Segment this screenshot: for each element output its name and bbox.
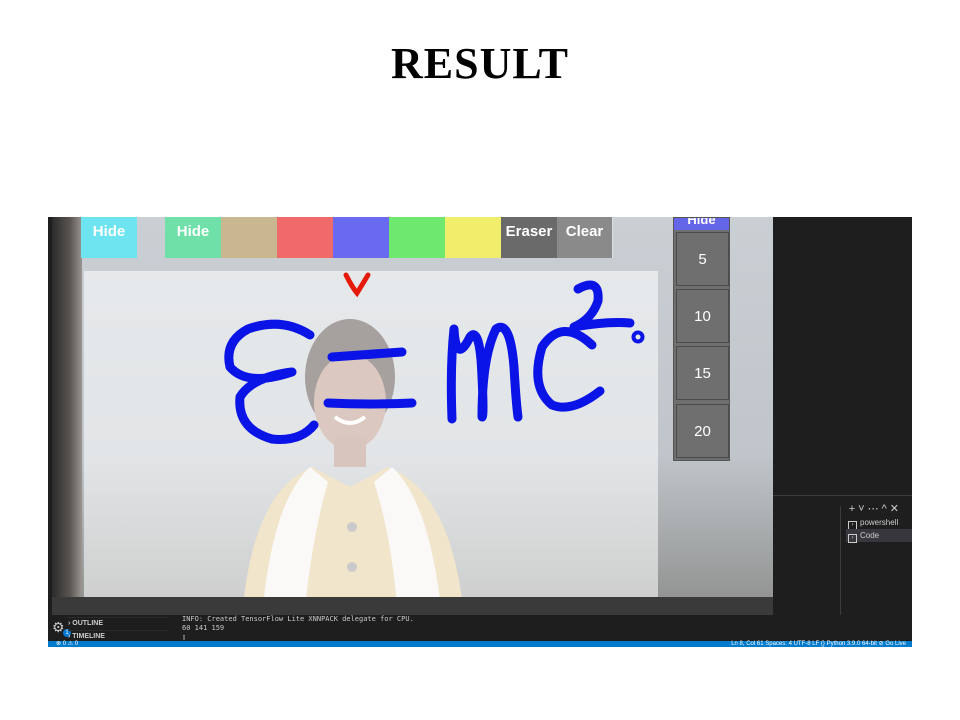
color-red-button[interactable] [277,217,333,258]
color-yellow-button[interactable] [445,217,501,258]
size-10-button[interactable]: 10 [676,289,729,343]
chevron-up-icon[interactable]: ^ [882,503,890,515]
outline-label: OUTLINE [72,620,104,627]
hide-sizes-button[interactable]: Hide [674,218,729,230]
chevron-down-icon[interactable]: ˅ [858,503,867,515]
clear-button[interactable]: Clear [557,217,613,258]
terminal-output[interactable]: INFO: Created TensorFlow Lite XNNPACK de… [182,615,414,642]
eraser-button[interactable]: Eraser [501,217,557,258]
equation-ink [224,280,645,444]
size-20-button[interactable]: 20 [676,404,729,458]
terminal-item-powershell[interactable]: › powershell [846,516,912,530]
bottom-area [48,615,912,643]
close-icon[interactable]: ✕ [890,503,902,515]
status-right-items[interactable]: Ln 8, Col 61 Spaces: 4 UTF-8 LF {} Pytho… [731,641,906,647]
brush-size-panel: Hide 5 10 15 20 [673,217,730,461]
camera-window[interactable]: Hide Hide Eraser Clear Hide 5 10 15 20 [52,217,773,615]
add-terminal-icon[interactable]: + [849,503,858,515]
terminal-icon: › [848,534,857,543]
terminal-line: INFO: Created TensorFlow Lite XNNPACK de… [182,615,414,623]
color-blue-button[interactable] [333,217,389,258]
check-mark [343,272,371,298]
more-icon[interactable]: ⋯ [868,503,882,515]
terminal-toolbar[interactable]: +˅⋯^✕ [849,502,902,515]
hide-toolbar-button[interactable]: Hide [165,217,221,258]
editor-pane[interactable] [772,217,912,497]
status-bar: ⊗ 0 ⚠ 0 Ln 8, Col 61 Spaces: 4 UTF-8 LF … [48,641,912,647]
terminal-line: 60 141 159 [182,624,225,632]
screenshot: +˅⋯^✕ › powershell › Code ⚙ 1 › OUTLINE › T… [48,217,912,647]
drawing-layer[interactable] [52,217,773,615]
slide-title: RESULT [390,39,570,88]
size-15-button[interactable]: 15 [676,346,729,400]
terminal-item-code[interactable]: › Code [846,529,912,543]
terminal-item-label: Code [860,531,880,540]
outline-section[interactable]: › OUTLINE [68,617,168,630]
terminal-item-label: powershell [860,518,899,527]
status-problems[interactable]: ⊗ 0 ⚠ 0 [56,641,78,647]
timeline-label: TIMELINE [72,633,105,640]
terminal-cursor: ▯ [182,633,187,641]
size-5-button[interactable]: 5 [676,232,729,286]
gear-icon[interactable]: ⚙ 1 [52,619,71,637]
color-green-button[interactable] [389,217,445,258]
color-tan-button[interactable] [221,217,277,258]
hide-left-button[interactable]: Hide [81,217,137,258]
